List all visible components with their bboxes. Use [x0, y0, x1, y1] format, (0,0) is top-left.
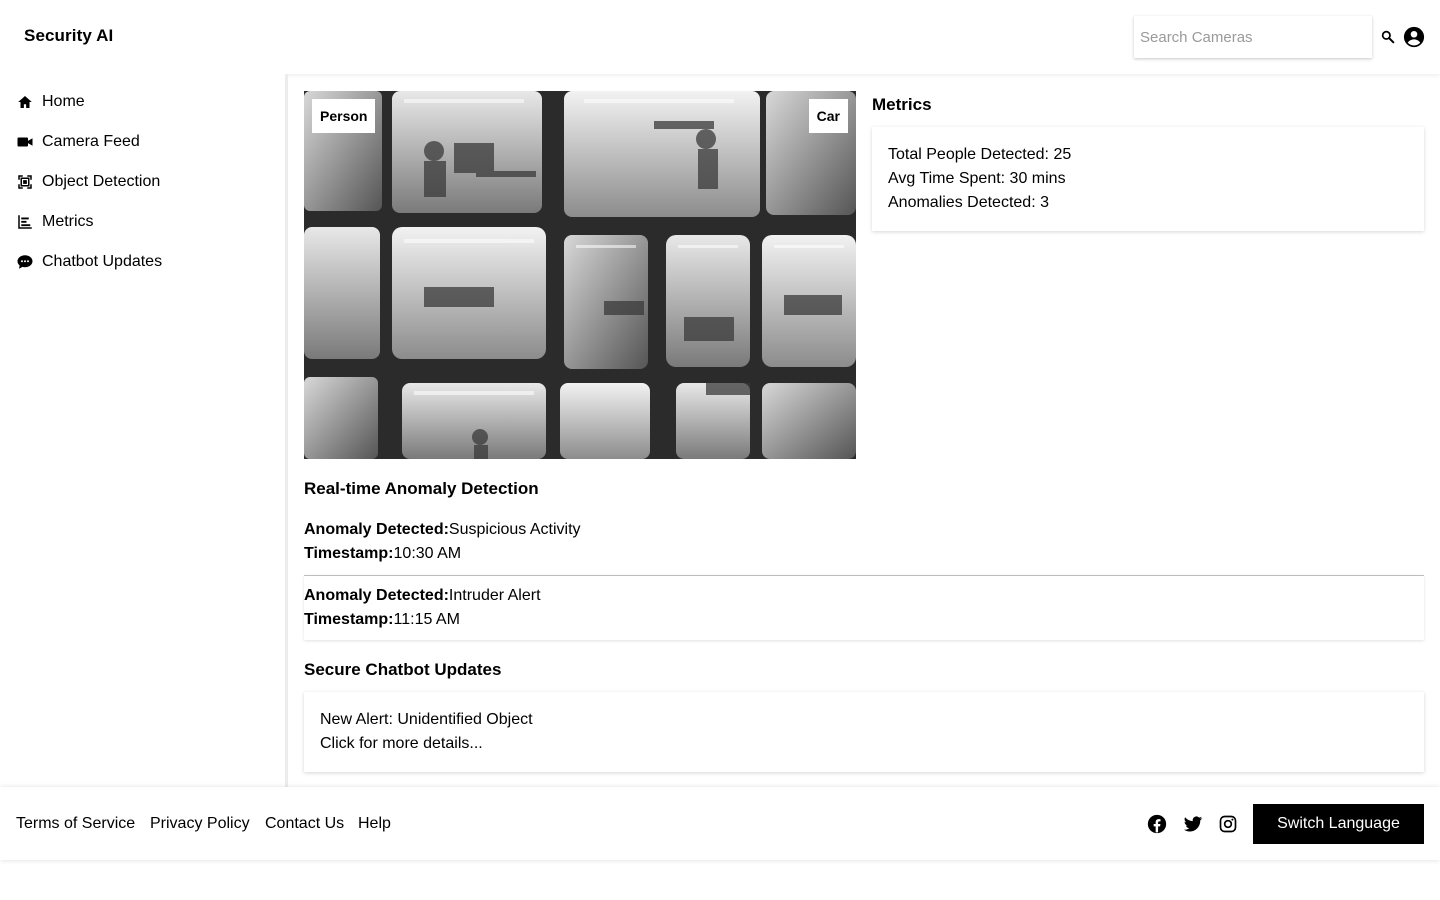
top-app-bar: Security AI — [0, 0, 1440, 74]
sidebar: Home Camera Feed Object Detection Metric… — [0, 74, 288, 787]
sidebar-item-label: Chatbot Updates — [42, 253, 163, 270]
chatbot-details-link[interactable]: Click for more details... — [320, 732, 1408, 756]
twitter-icon[interactable] — [1183, 814, 1203, 834]
camera-grid-image — [304, 91, 856, 459]
sidebar-item-label: Camera Feed — [42, 133, 140, 150]
sidebar-item-label: Metrics — [42, 213, 94, 230]
anomaly-value: Suspicious Activity — [448, 521, 581, 538]
anomaly-section-title: Real-time Anomaly Detection — [304, 479, 539, 498]
metrics-card: Total People Detected: 25 Avg Time Spent… — [872, 127, 1424, 231]
facebook-icon[interactable] — [1147, 814, 1167, 834]
footer-link-terms[interactable]: Terms of Service — [16, 815, 135, 833]
timestamp-value: 11:15 AM — [393, 611, 460, 628]
anomaly-entry: Anomaly Detected:Suspicious Activity Tim… — [304, 518, 1424, 566]
sidebar-item-label: Home — [42, 93, 85, 110]
footer-link-contact[interactable]: Contact Us — [265, 815, 344, 833]
metric-total-people: Total People Detected: 25 — [888, 146, 1072, 163]
chatbot-section-title: Secure Chatbot Updates — [304, 660, 502, 679]
home-icon — [18, 96, 32, 108]
sidebar-item-label: Object Detection — [42, 173, 161, 190]
videocam-icon — [17, 137, 33, 147]
search-input[interactable] — [1134, 16, 1372, 58]
anomaly-label: Anomaly Detected: — [304, 587, 449, 604]
bar-chart-icon — [18, 215, 32, 229]
camera-feed-image[interactable]: Person Car — [304, 91, 856, 459]
sidebar-item-camera-feed[interactable]: Camera Feed — [16, 130, 140, 154]
footer-link-privacy[interactable]: Privacy Policy — [150, 815, 250, 833]
sidebar-item-home[interactable]: Home — [16, 90, 85, 114]
sidebar-item-chatbot-updates[interactable]: Chatbot Updates — [16, 250, 162, 274]
timestamp-label: Timestamp: — [304, 611, 394, 628]
chatbot-message-title: New Alert: Unidentified Object — [320, 711, 533, 728]
object-detection-icon — [18, 175, 32, 189]
metric-avg-time: Avg Time Spent: 30 mins — [888, 170, 1066, 187]
account-circle-icon[interactable] — [1403, 26, 1425, 48]
footer: Terms of Service Privacy Policy Contact … — [0, 787, 1440, 860]
instagram-icon[interactable] — [1218, 814, 1238, 834]
search-icon[interactable] — [1380, 29, 1396, 45]
app-title: Security AI — [24, 26, 114, 45]
anomaly-value: Intruder Alert — [448, 587, 541, 604]
timestamp-label: Timestamp: — [304, 545, 394, 562]
metrics-title: Metrics — [872, 95, 932, 114]
anomaly-entry: Anomaly Detected:Intruder Alert Timestam… — [304, 575, 1424, 640]
anomaly-label: Anomaly Detected: — [304, 521, 449, 538]
timestamp-value: 10:30 AM — [393, 545, 462, 562]
footer-link-help[interactable]: Help — [358, 815, 391, 833]
chat-icon — [17, 255, 33, 269]
sidebar-item-metrics[interactable]: Metrics — [16, 210, 94, 234]
switch-language-button[interactable]: Switch Language — [1253, 804, 1424, 844]
sidebar-item-object-detection[interactable]: Object Detection — [16, 170, 160, 194]
metric-anomalies: Anomalies Detected: 3 — [888, 194, 1049, 211]
detection-label-car: Car — [808, 99, 848, 133]
chatbot-update-card[interactable]: New Alert: Unidentified Object Click for… — [304, 692, 1424, 772]
detection-label-person: Person — [312, 99, 376, 133]
